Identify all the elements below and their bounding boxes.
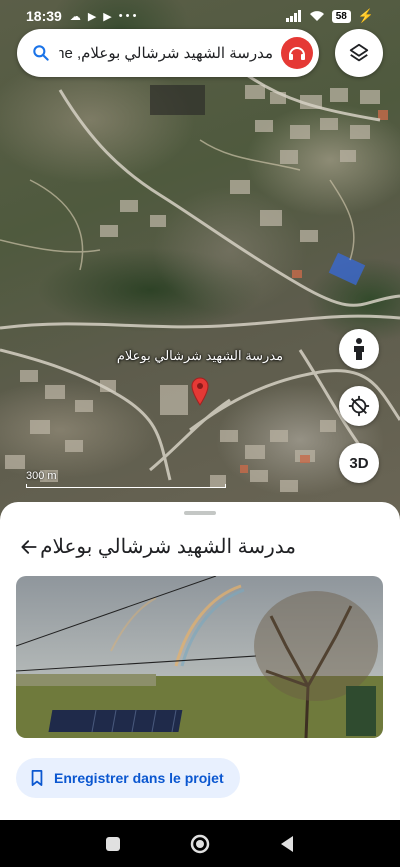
system-nav-bar [0,820,400,867]
youtube-icon: ▶ [87,10,97,23]
back-nav-icon[interactable] [279,835,295,853]
bookmark-icon [31,770,43,786]
search-icon[interactable] [31,43,51,63]
map-place-label[interactable]: مدرسة الشهيد شرشالي بوعلام [110,348,290,364]
battery-level: 58 [331,9,351,23]
place-title: مدرسة الشهيد شرشالي بوعلام [40,536,296,558]
more-notifications-icon: • • • [118,10,137,22]
notification-icons: ☁ ▶ ▶ • • • [70,10,137,23]
layers-icon [349,43,369,62]
arrow-back-icon [21,540,37,554]
three-d-button[interactable]: 3D [339,443,379,483]
search-input[interactable]: مدرسة الشهيد شرشالي بوعلام, Khe [59,44,273,62]
place-photo[interactable] [16,576,383,738]
headphones-avatar-icon [289,47,305,60]
drag-handle[interactable] [184,511,216,515]
map-scale: 300 m [26,470,226,488]
wifi-icon [309,11,324,21]
location-button[interactable] [339,386,379,426]
photo-image [16,576,383,738]
layers-button[interactable] [335,29,383,77]
save-to-project-label: Enregistrer dans le projet [54,770,224,786]
scale-bar [26,484,226,488]
system-icons: 58 ⚡ [285,8,374,24]
location-disabled-icon [348,395,370,417]
media-icon: ▶ [103,10,112,23]
recent-apps-icon[interactable] [105,836,121,852]
charging-icon: ⚡ [357,8,374,23]
save-to-project-button[interactable]: Enregistrer dans le projet [16,758,240,798]
status-bar: 18:39 ☁ ▶ ▶ • • • 58 ⚡ [0,0,400,32]
place-sheet[interactable]: مدرسة الشهيد شرشالي بوعلام Enregistrer d… [0,502,400,820]
search-bar[interactable]: مدرسة الشهيد شرشالي بوعلام, Khe [17,29,319,77]
status-time: 18:39 [26,8,62,24]
account-avatar[interactable] [281,37,313,69]
signal-icon [285,10,301,22]
street-view-icon [354,338,364,360]
notification-icon: ☁ [69,10,81,23]
scale-label: 300 m [26,470,57,482]
home-icon[interactable] [190,834,210,854]
street-view-button[interactable] [339,329,379,369]
map-pin-icon[interactable] [190,376,210,406]
